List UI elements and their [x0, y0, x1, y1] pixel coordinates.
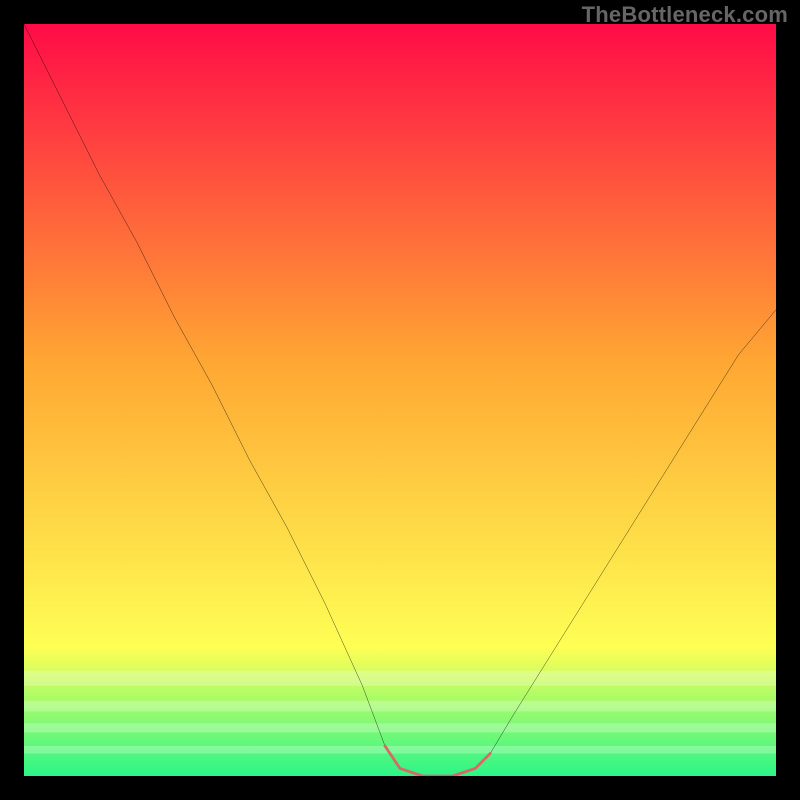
- watermark-label: TheBottleneck.com: [582, 2, 788, 28]
- plot-background: [24, 24, 776, 776]
- bottleneck-chart: [24, 24, 776, 776]
- chart-frame: TheBottleneck.com: [0, 0, 800, 800]
